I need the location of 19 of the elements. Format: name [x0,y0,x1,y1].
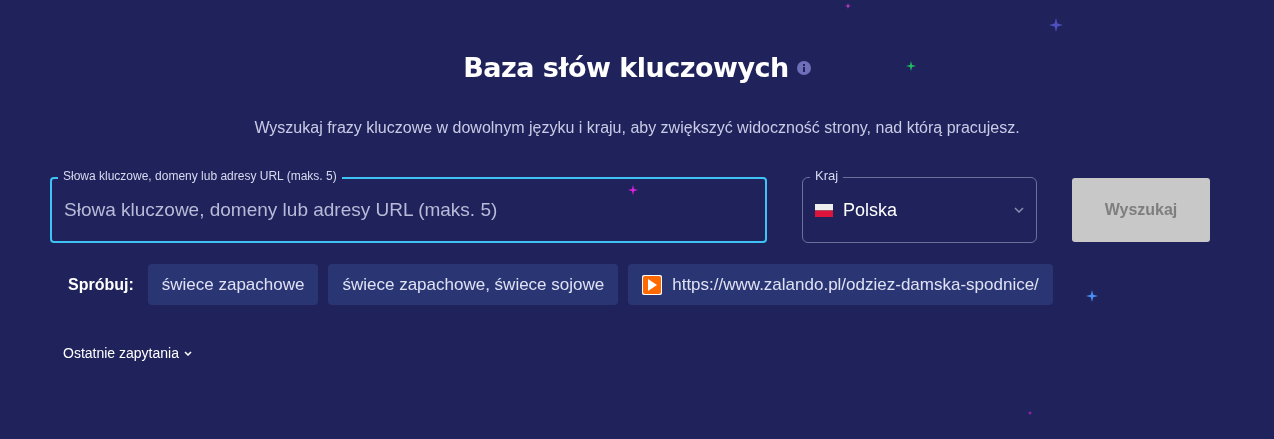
sparkle-icon [1086,290,1098,302]
suggestion-chip[interactable]: świece zapachowe, świece sojowe [328,264,619,305]
field-label: Kraj [810,168,844,184]
chevron-down-icon [1014,207,1024,213]
chevron-icon [183,350,192,356]
suggestion-chip[interactable]: https://www.zalando.pl/odziez-damska-spodnice/ [628,264,1053,305]
suggestion-chip[interactable]: świece zapachowe [147,264,319,305]
info-icon[interactable] [796,60,811,75]
site-icon [642,274,663,295]
sparkle-icon [1049,18,1063,32]
sparkle-icon [628,185,638,195]
sparkle-icon [906,61,916,71]
subtitle: Wyszukaj frazy kluczowe w dowolnym języku i kraju, aby zwiększyć widoczność strony, nad którą pracujesz. [253,119,1021,137]
field-label: Słowa kluczowe, domeny lub adresy URL (maks. 5) [58,168,342,184]
recent-queries-toggle[interactable]: Ostatnie zapytania [63,345,192,361]
sparkle-icon [845,3,851,9]
try-label: Spróbuj: [68,275,134,294]
flag-icon [815,203,833,217]
page-title: Baza słów kluczowych [463,52,789,83]
